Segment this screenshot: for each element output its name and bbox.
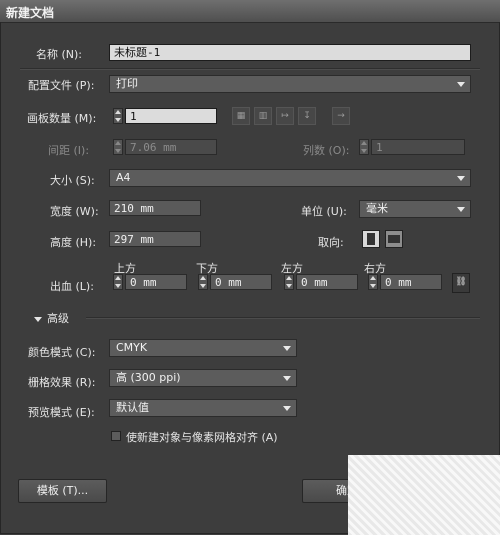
advanced-divider [86, 317, 480, 319]
raster-effects-value: 高 (300 ppi) [116, 371, 181, 384]
bleed-left-input[interactable]: 0 mm [296, 274, 358, 290]
link-chain-icon[interactable]: ⛓ [452, 273, 470, 293]
landscape-icon [388, 235, 400, 243]
portrait-button[interactable] [362, 230, 380, 248]
raster-effects-label: 栅格效果 (R): [28, 376, 96, 389]
units-select[interactable]: 毫米 [359, 200, 471, 218]
watermark-overlay [348, 455, 500, 535]
bleed-bottom-input[interactable]: 0 mm [210, 274, 272, 290]
bleed-top-input[interactable]: 0 mm [125, 274, 187, 290]
columns-input[interactable]: 1 [371, 139, 465, 155]
chevron-down-icon [283, 346, 291, 351]
portrait-icon [367, 233, 375, 245]
spacing-input[interactable]: 7.06 mm [125, 139, 217, 155]
bleed-top-stepper[interactable] [113, 274, 123, 290]
triangle-down-icon [34, 316, 42, 322]
dialog-title: 新建文档 [6, 6, 55, 20]
bleed-label: 出血 (L): [50, 280, 94, 293]
profile-select-value: 打印 [116, 77, 138, 90]
name-input[interactable]: 未标题-1 [109, 44, 471, 61]
arrange-by-column-icon[interactable]: ↧ [298, 107, 316, 125]
right-to-left-icon[interactable]: → [332, 107, 350, 125]
bleed-left-stepper[interactable] [284, 274, 294, 290]
chevron-down-icon [457, 207, 465, 212]
spacing-label: 间距 (I): [48, 144, 90, 157]
templates-button[interactable]: 模板 (T)... [18, 479, 107, 503]
chevron-down-icon [283, 376, 291, 381]
chevron-down-icon [283, 406, 291, 411]
artboard-count-label: 画板数量 (M): [27, 112, 97, 125]
preview-mode-label: 预览模式 (E): [28, 406, 95, 419]
orientation-label: 取向: [318, 236, 344, 249]
arrange-by-row-icon[interactable]: ↦ [276, 107, 294, 125]
profile-select[interactable]: 打印 [109, 75, 471, 93]
advanced-toggle[interactable]: 高级 [34, 310, 69, 326]
align-pixel-grid-label: 使新建对象与像素网格对齐 (A) [126, 431, 278, 444]
bleed-right-stepper[interactable] [368, 274, 378, 290]
grid-by-column-icon[interactable]: ▥ [254, 107, 272, 125]
landscape-button[interactable] [385, 230, 403, 248]
color-mode-select[interactable]: CMYK [109, 339, 297, 357]
advanced-title: 高级 [47, 312, 69, 325]
artboard-count-input[interactable]: 1 [125, 108, 217, 124]
chevron-down-icon [457, 82, 465, 87]
raster-effects-select[interactable]: 高 (300 ppi) [109, 369, 297, 387]
grid-by-row-icon[interactable]: ▦ [232, 107, 250, 125]
spacing-stepper[interactable] [113, 139, 123, 155]
preview-mode-value: 默认值 [116, 401, 149, 414]
artboard-count-stepper[interactable] [113, 108, 123, 124]
width-input[interactable]: 210 mm [109, 200, 201, 216]
columns-label: 列数 (O): [303, 144, 350, 157]
width-label: 宽度 (W): [50, 205, 99, 218]
height-label: 高度 (H): [50, 236, 97, 249]
height-input[interactable]: 297 mm [109, 231, 201, 247]
bleed-bottom-stepper[interactable] [198, 274, 208, 290]
preview-mode-select[interactable]: 默认值 [109, 399, 297, 417]
columns-stepper[interactable] [359, 139, 369, 155]
size-label: 大小 (S): [50, 174, 95, 187]
units-label: 单位 (U): [301, 205, 347, 218]
bleed-right-input[interactable]: 0 mm [380, 274, 442, 290]
color-mode-value: CMYK [116, 341, 148, 354]
name-label: 名称 (N): [36, 48, 83, 61]
align-pixel-grid-checkbox[interactable] [111, 431, 121, 441]
title-bar: 新建文档 [0, 0, 500, 23]
profile-label: 配置文件 (P): [28, 79, 95, 92]
size-select[interactable]: A4 [109, 169, 471, 187]
units-select-value: 毫米 [366, 202, 388, 215]
chevron-down-icon [457, 176, 465, 181]
size-select-value: A4 [116, 171, 131, 184]
profile-divider [20, 68, 480, 70]
color-mode-label: 颜色模式 (C): [28, 346, 96, 359]
